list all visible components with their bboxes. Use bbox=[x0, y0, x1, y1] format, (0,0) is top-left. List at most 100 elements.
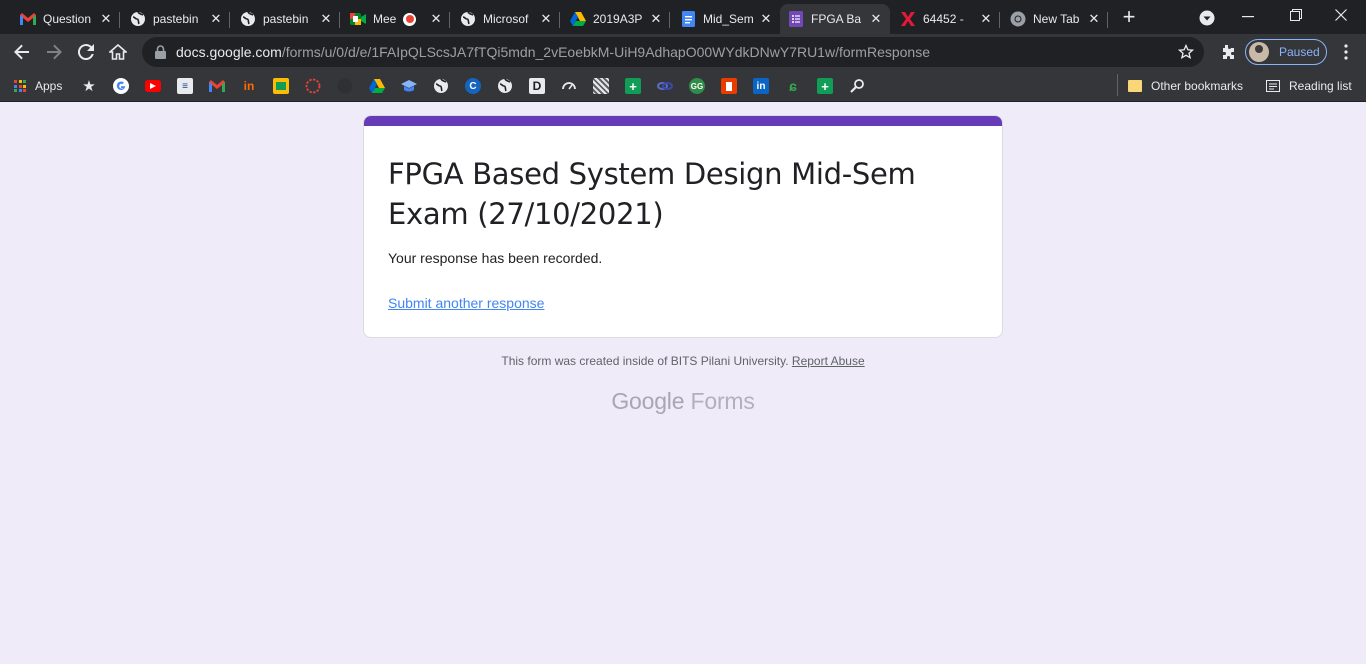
bookmark-d[interactable]: D bbox=[529, 76, 545, 96]
url-text[interactable]: docs.google.com/forms/u/0/d/e/1FAIpQLScs… bbox=[176, 44, 930, 60]
profile-status: Paused bbox=[1279, 45, 1320, 59]
bookmarks-divider bbox=[1117, 74, 1118, 96]
bookmark-leaf[interactable]: ɕ bbox=[785, 76, 801, 96]
bookmark-search[interactable] bbox=[849, 76, 865, 96]
globe-icon bbox=[497, 78, 513, 94]
bookmark-google[interactable] bbox=[113, 76, 129, 96]
new-tab-button[interactable]: + bbox=[1118, 4, 1140, 29]
graduation-cap-icon bbox=[401, 78, 417, 94]
tab-microsoft[interactable]: Microsof ✕ bbox=[452, 4, 560, 34]
bookmark-globe-2[interactable] bbox=[497, 76, 513, 96]
target-icon bbox=[305, 78, 321, 94]
close-tab-icon[interactable]: ✕ bbox=[538, 11, 554, 27]
bookmark-drive[interactable] bbox=[369, 76, 385, 96]
close-tab-icon[interactable]: ✕ bbox=[428, 11, 444, 27]
docs-icon bbox=[680, 11, 696, 27]
close-tab-icon[interactable]: ✕ bbox=[978, 11, 994, 27]
xilinx-icon bbox=[900, 11, 916, 27]
tab-mid-sem[interactable]: Mid_Sem ✕ bbox=[672, 4, 780, 34]
close-tab-icon[interactable]: ✕ bbox=[318, 11, 334, 27]
bookmark-graduation[interactable] bbox=[401, 76, 417, 96]
invision-icon: in bbox=[243, 79, 255, 93]
forward-icon[interactable] bbox=[40, 38, 68, 66]
meet-icon bbox=[350, 11, 366, 27]
tab-title: pastebin bbox=[263, 12, 309, 26]
bookmark-sheets[interactable]: + bbox=[625, 76, 641, 96]
close-tab-icon[interactable]: ✕ bbox=[868, 11, 884, 27]
tab-search-icon[interactable] bbox=[1199, 10, 1215, 26]
tab-pastebin-1[interactable]: pastebin ✕ bbox=[122, 4, 230, 34]
bookmark-sheets-2[interactable]: + bbox=[817, 76, 833, 96]
apps-shortcut[interactable]: Apps bbox=[14, 76, 62, 96]
url-host: docs.google.com bbox=[176, 44, 282, 60]
tab-title: Mid_Sem bbox=[703, 12, 754, 26]
bookmark-gmail[interactable] bbox=[209, 76, 225, 96]
bookmark-star[interactable]: ★ bbox=[81, 76, 97, 96]
bookmark-docs[interactable]: ≡ bbox=[177, 76, 193, 96]
tab-title: New Tab bbox=[1033, 12, 1080, 26]
bookmark-invision[interactable]: in bbox=[241, 76, 257, 96]
bookmark-speed[interactable] bbox=[561, 76, 577, 96]
bookmark-chain[interactable] bbox=[657, 76, 673, 96]
bookmark-gfg[interactable]: GG bbox=[689, 76, 705, 96]
globe-icon bbox=[240, 11, 256, 27]
tab-drive[interactable]: 2019A3P ✕ bbox=[562, 4, 670, 34]
reading-list-icon bbox=[1266, 80, 1280, 92]
office-icon bbox=[721, 78, 737, 94]
tab-meet[interactable]: Mee ✕ bbox=[342, 4, 450, 34]
report-abuse-link[interactable]: Report Abuse bbox=[792, 354, 865, 368]
tab-64452[interactable]: 64452 - ✕ bbox=[892, 4, 1000, 34]
menu-icon[interactable] bbox=[1332, 38, 1360, 66]
pattern-icon bbox=[593, 78, 609, 94]
classroom-icon bbox=[273, 78, 289, 94]
restore-icon[interactable] bbox=[1288, 7, 1304, 23]
bookmark-globe[interactable] bbox=[433, 76, 449, 96]
linkedin-icon: in bbox=[753, 78, 769, 94]
form-footer: This form was created inside of BITS Pil… bbox=[363, 354, 1003, 368]
reading-list[interactable]: Reading list bbox=[1266, 76, 1352, 96]
extensions-icon[interactable] bbox=[1213, 38, 1241, 66]
bookmark-linkedin[interactable]: in bbox=[753, 76, 769, 96]
submit-another-response-link[interactable]: Submit another response bbox=[388, 295, 544, 311]
bookmark-pattern[interactable] bbox=[593, 76, 609, 96]
link-icon bbox=[657, 78, 673, 94]
tab-title: 2019A3P bbox=[593, 12, 643, 26]
bookmark-classroom[interactable] bbox=[273, 76, 289, 96]
close-tab-icon[interactable]: ✕ bbox=[648, 11, 664, 27]
close-tab-icon[interactable]: ✕ bbox=[98, 11, 114, 27]
other-bookmarks[interactable]: Other bookmarks bbox=[1128, 76, 1243, 96]
gmail-icon bbox=[209, 78, 225, 94]
profile-paused-button[interactable]: Paused bbox=[1245, 39, 1327, 65]
url-path: /forms/u/0/d/e/1FAIpQLScsJA7fTQi5mdn_2vE… bbox=[281, 44, 930, 60]
d-logo-icon: D bbox=[529, 78, 545, 94]
bookmark-target[interactable] bbox=[305, 76, 321, 96]
back-icon[interactable] bbox=[8, 38, 36, 66]
address-bar[interactable]: docs.google.com/forms/u/0/d/e/1FAIpQLScs… bbox=[142, 37, 1204, 67]
bookmark-c[interactable]: C bbox=[465, 76, 481, 96]
home-icon[interactable] bbox=[104, 38, 132, 66]
tab-title: Mee bbox=[373, 12, 397, 26]
browser-toolbar: docs.google.com/forms/u/0/d/e/1FAIpQLScs… bbox=[0, 34, 1366, 70]
bookmark-youtube[interactable] bbox=[145, 76, 161, 96]
bookmark-star-icon[interactable] bbox=[1177, 43, 1195, 65]
tab-question[interactable]: Question ✕ bbox=[12, 4, 120, 34]
document-icon: ≡ bbox=[177, 78, 193, 94]
google-forms-logo[interactable]: Google Forms bbox=[363, 388, 1003, 415]
tab-new-tab[interactable]: New Tab ✕ bbox=[1002, 4, 1108, 34]
close-window-icon[interactable] bbox=[1333, 7, 1349, 23]
gfg-icon: GG bbox=[689, 78, 705, 94]
close-tab-icon[interactable]: ✕ bbox=[208, 11, 224, 27]
lock-icon[interactable] bbox=[153, 45, 167, 59]
form-confirmation-card: FPGA Based System Design Mid-Sem Exam (2… bbox=[363, 115, 1003, 338]
minimize-icon[interactable] bbox=[1240, 9, 1256, 25]
tab-pastebin-2[interactable]: pastebin ✕ bbox=[232, 4, 340, 34]
close-tab-icon[interactable]: ✕ bbox=[1086, 11, 1102, 27]
close-tab-icon[interactable]: ✕ bbox=[758, 11, 774, 27]
tab-fpga-active[interactable]: FPGA Ba ✕ bbox=[780, 4, 890, 34]
youtube-icon bbox=[145, 80, 161, 92]
bookmark-github[interactable] bbox=[337, 76, 353, 96]
bookmark-office[interactable] bbox=[721, 76, 737, 96]
reload-icon[interactable] bbox=[72, 38, 100, 66]
magnifier-icon bbox=[849, 78, 865, 94]
logo-google-text: Google bbox=[611, 388, 685, 414]
